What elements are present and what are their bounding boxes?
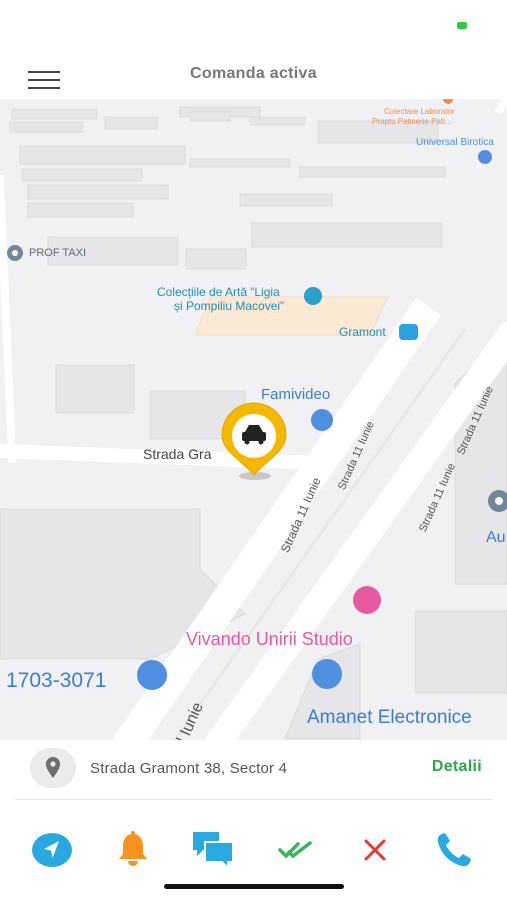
taxi-marker-icon	[221, 402, 287, 480]
poi-label: Gramont	[339, 325, 386, 339]
navigate-button[interactable]	[30, 828, 74, 872]
home-indicator	[164, 884, 344, 889]
poi-label: Colectare Laborator	[384, 107, 455, 116]
page-title: Comanda activa	[190, 65, 317, 82]
close-icon	[364, 839, 386, 861]
navigation-icon	[32, 833, 72, 867]
cancel-button[interactable]	[353, 828, 397, 872]
notify-button[interactable]	[111, 828, 155, 872]
details-link[interactable]: Detalii	[432, 758, 482, 776]
poi-label: Colecțiile de Artă “Ligia	[157, 285, 280, 299]
street-label: Strada Gra	[143, 446, 212, 462]
poi-label: Famivideo	[261, 386, 331, 403]
poi-label: 1703-3071	[6, 669, 107, 692]
poi-label: și Pompiliu Macovei”	[174, 299, 285, 313]
poi-label: Proptu Patiserie Pati...	[372, 117, 452, 126]
bell-icon	[119, 831, 147, 866]
pickup-address: Strada Gramont 38, Sector 4	[90, 760, 288, 777]
call-button[interactable]	[432, 828, 476, 872]
confirm-button[interactable]	[276, 828, 320, 872]
poi-label: Universal Birotica	[416, 137, 494, 148]
battery-icon	[457, 22, 467, 29]
location-pin-icon	[30, 748, 76, 788]
app-header: Comanda activa	[0, 55, 507, 100]
double-check-icon	[278, 841, 312, 859]
poi-label: Amanet Electronice	[307, 707, 472, 728]
status-bar	[0, 0, 507, 55]
chat-button[interactable]	[191, 828, 237, 872]
address-card: Strada Gramont 38, Sector 4 Detalii	[0, 740, 507, 800]
chat-icon	[193, 832, 234, 871]
phone-icon	[437, 833, 471, 867]
map-view[interactable]: Colectare Laborator Proptu Patiserie Pat…	[0, 99, 507, 740]
poi-label: PROF TAXI	[29, 247, 87, 259]
poi-label: Vivando Unirii Studio	[186, 629, 353, 649]
poi-label: Au	[486, 529, 506, 546]
